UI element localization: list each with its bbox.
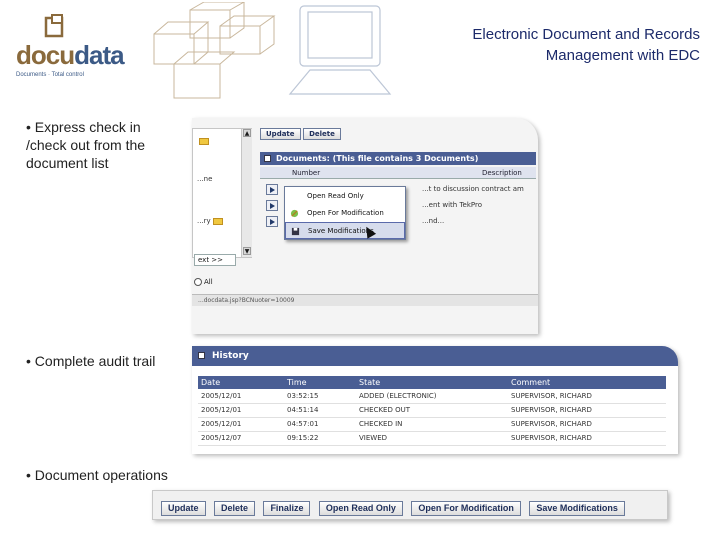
column-description[interactable]: Description bbox=[482, 167, 522, 179]
cell-state: CHECKED IN bbox=[356, 417, 508, 432]
cell-time: 04:57:01 bbox=[284, 417, 356, 432]
collapse-icon[interactable] bbox=[198, 352, 205, 359]
cell-time: 03:52:15 bbox=[284, 389, 356, 404]
operations-toolbar-screenshot: Update Delete Finalize Open Read Only Op… bbox=[152, 490, 668, 520]
cell-date: 2005/12/01 bbox=[198, 389, 284, 404]
next-page-link[interactable]: ext >> bbox=[194, 254, 236, 266]
column-state[interactable]: State bbox=[356, 376, 508, 389]
title-line-1: Electronic Document and Records bbox=[472, 26, 700, 43]
document-description: ...nd... bbox=[422, 217, 445, 225]
row-actions-button[interactable] bbox=[266, 184, 278, 195]
history-title: History bbox=[212, 351, 249, 361]
menu-save-modifications[interactable]: Save Modifications bbox=[285, 222, 405, 239]
table-row: 2005/12/01 04:51:14 CHECKED OUT SUPERVIS… bbox=[198, 403, 666, 418]
cell-date: 2005/12/01 bbox=[198, 417, 284, 432]
save-modifications-button[interactable]: Save Modifications bbox=[529, 501, 625, 516]
delete-button[interactable]: Delete bbox=[213, 501, 255, 516]
open-for-modification-button[interactable]: Open For Modification bbox=[411, 501, 521, 516]
collapse-icon[interactable] bbox=[264, 155, 271, 162]
menu-open-for-modification[interactable]: Open For Modification bbox=[285, 205, 405, 222]
cell-date: 2005/12/07 bbox=[198, 431, 284, 446]
logo-tagline: Documents · Total control bbox=[16, 72, 84, 78]
logo-wordmark: docudata bbox=[16, 40, 125, 70]
delete-button[interactable]: Delete bbox=[303, 128, 341, 140]
list-toolbar: Update Delete bbox=[260, 128, 341, 140]
open-read-only-button[interactable]: Open Read Only bbox=[318, 501, 403, 516]
tree-row[interactable]: ...ne bbox=[197, 175, 212, 183]
scroll-down-icon[interactable]: ▼ bbox=[243, 247, 251, 255]
history-table: Date Time State Comment 2005/12/01 03:52… bbox=[198, 376, 666, 446]
title-line-2: Management with EDC bbox=[545, 47, 700, 64]
edit-icon bbox=[290, 209, 299, 218]
cell-comment: SUPERVISOR, RICHARD bbox=[508, 417, 666, 432]
all-radio[interactable] bbox=[194, 278, 202, 286]
bullet-audit-trail: • Complete audit trail bbox=[26, 353, 156, 369]
documents-column-headers: Number Description bbox=[260, 167, 536, 179]
table-row: 2005/12/01 03:52:15 ADDED (ELECTRONIC) S… bbox=[198, 389, 666, 404]
status-bar-url: ...docdata.jsp?BCNuoter=10009 bbox=[192, 294, 538, 306]
logo-mark-icon bbox=[44, 14, 64, 38]
bullet-document-operations: • Document operations bbox=[26, 467, 168, 483]
save-icon bbox=[291, 227, 300, 236]
column-comment[interactable]: Comment bbox=[508, 376, 666, 389]
cell-state: VIEWED bbox=[356, 431, 508, 446]
cell-state: ADDED (ELECTRONIC) bbox=[356, 389, 508, 404]
bullet-express-check: • Express check in /check out from the d… bbox=[26, 119, 146, 171]
update-button[interactable]: Update bbox=[260, 128, 301, 140]
documents-panel-title: Documents: (This file contains 3 Documen… bbox=[276, 154, 479, 163]
cell-comment: SUPERVISOR, RICHARD bbox=[508, 431, 666, 446]
history-header-row: Date Time State Comment bbox=[198, 376, 666, 389]
tree-row[interactable] bbox=[197, 137, 209, 145]
document-description: ...ent with TekPro bbox=[422, 201, 483, 209]
operations-toolbar: Update Delete Finalize Open Read Only Op… bbox=[161, 498, 629, 516]
tree-scrollbar[interactable]: ▲ ▼ bbox=[241, 129, 252, 257]
column-date[interactable]: Date bbox=[198, 376, 284, 389]
finalize-button[interactable]: Finalize bbox=[263, 501, 311, 516]
tree-row[interactable]: ...ry bbox=[197, 217, 223, 225]
page-title: Electronic Document and Records Manageme… bbox=[400, 24, 700, 66]
menu-open-read-only[interactable]: Open Read Only bbox=[285, 188, 405, 205]
cell-comment: SUPERVISOR, RICHARD bbox=[508, 403, 666, 418]
cell-time: 09:15:22 bbox=[284, 431, 356, 446]
document-list-screenshot: ...ne ...ry ▲ ▼ ext >> All ...docdata.js… bbox=[192, 118, 538, 334]
all-radio-label: All bbox=[204, 278, 213, 286]
folder-icon bbox=[212, 217, 223, 225]
cell-date: 2005/12/01 bbox=[198, 403, 284, 418]
table-row: 2005/12/07 09:15:22 VIEWED SUPERVISOR, R… bbox=[198, 431, 666, 446]
folder-icon bbox=[199, 137, 209, 145]
folder-tree: ...ne ...ry ▲ ▼ bbox=[192, 128, 252, 258]
history-panel-header: History bbox=[192, 346, 678, 366]
scroll-up-icon[interactable]: ▲ bbox=[243, 129, 251, 137]
cell-time: 04:51:14 bbox=[284, 403, 356, 418]
document-description: ...t to discussion contract am bbox=[422, 185, 524, 193]
document-context-menu: Open Read Only Open For Modification Sav… bbox=[284, 186, 406, 240]
boxes-and-monitor-illustration bbox=[153, 2, 392, 99]
table-row: 2005/12/01 04:57:01 CHECKED IN SUPERVISO… bbox=[198, 417, 666, 432]
docudata-logo: docudata Documents · Total control bbox=[14, 14, 154, 80]
row-actions-button[interactable] bbox=[266, 216, 278, 227]
documents-panel-header: Documents: (This file contains 3 Documen… bbox=[260, 152, 536, 165]
history-screenshot: History Date Time State Comment 2005/12/… bbox=[192, 346, 678, 454]
cell-comment: SUPERVISOR, RICHARD bbox=[508, 389, 666, 404]
column-time[interactable]: Time bbox=[284, 376, 356, 389]
update-button[interactable]: Update bbox=[161, 501, 206, 516]
column-number[interactable]: Number bbox=[292, 167, 320, 179]
cell-state: CHECKED OUT bbox=[356, 403, 508, 418]
row-actions-button[interactable] bbox=[266, 200, 278, 211]
